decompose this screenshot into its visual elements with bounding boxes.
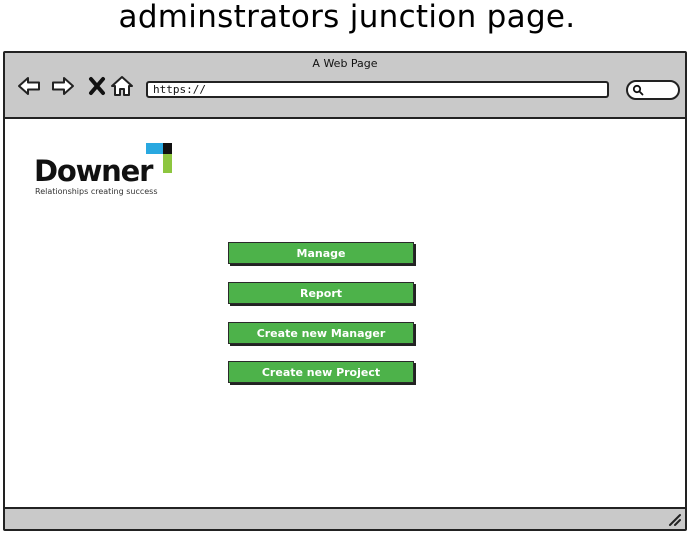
search-field[interactable] <box>626 80 680 100</box>
browser-window: A Web Page https:// Downer Relationships… <box>3 51 687 531</box>
downer-logo: Downer Relationships creating success <box>34 139 184 201</box>
close-icon[interactable] <box>84 73 110 99</box>
page-heading: adminstrators junction page. <box>118 0 576 35</box>
browser-titlebar: A Web Page https:// <box>5 53 685 119</box>
window-title: A Web Page <box>312 57 378 70</box>
create-new-manager-button[interactable]: Create new Manager <box>228 322 414 344</box>
back-arrow-icon[interactable] <box>16 73 42 99</box>
browser-statusbar <box>5 507 685 529</box>
manage-button[interactable]: Manage <box>228 242 414 264</box>
resize-grip-icon[interactable] <box>667 512 681 526</box>
home-icon[interactable] <box>109 73 135 99</box>
page-content: Downer Relationships creating success Ma… <box>5 119 685 507</box>
logo-tagline: Relationships creating success <box>35 187 158 196</box>
forward-arrow-icon[interactable] <box>50 73 76 99</box>
logo-wordmark: Downer <box>34 154 153 188</box>
report-button[interactable]: Report <box>228 282 414 304</box>
url-input[interactable]: https:// <box>146 81 609 98</box>
create-new-project-button[interactable]: Create new Project <box>228 361 414 383</box>
search-icon <box>632 84 644 96</box>
